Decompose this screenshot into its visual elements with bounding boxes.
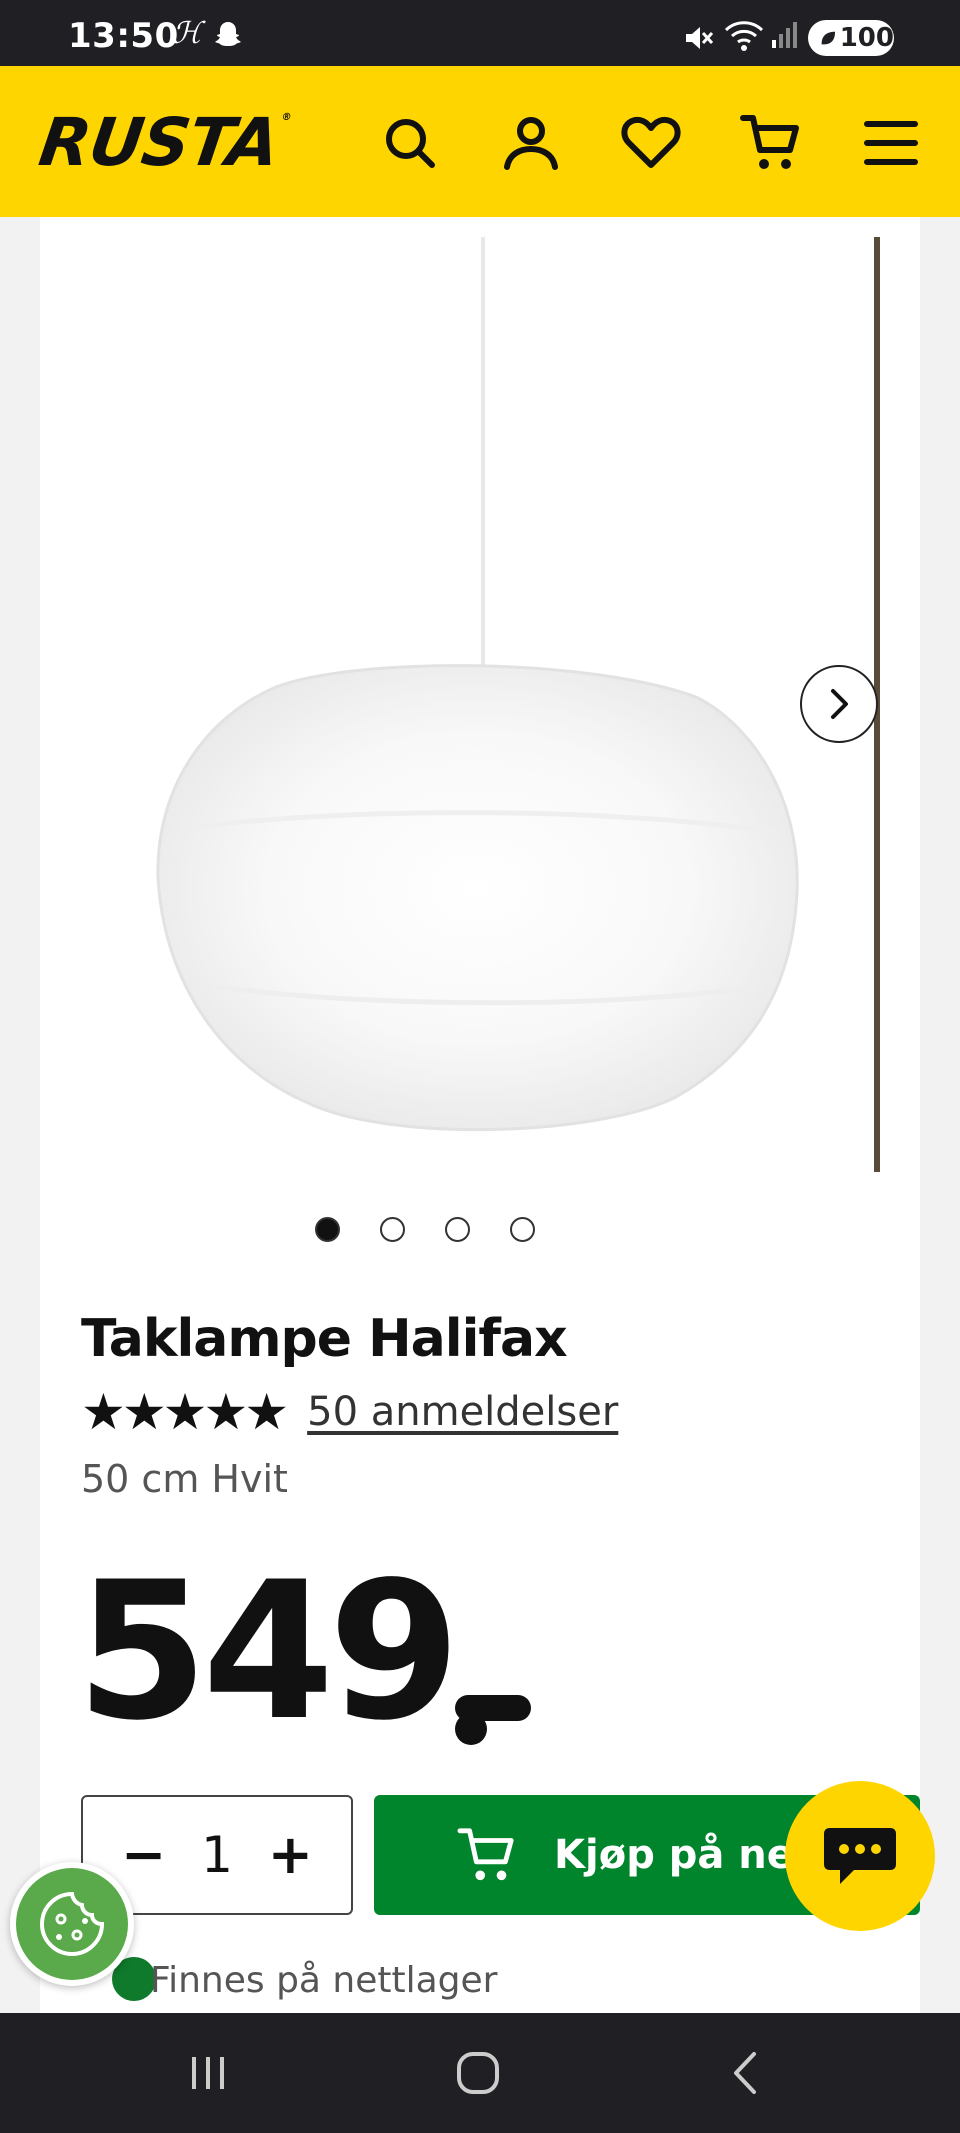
price-dash-mark <box>454 1617 535 1747</box>
chat-button[interactable] <box>785 1781 935 1931</box>
back-icon[interactable] <box>716 2047 776 2099</box>
stock-status: Finnes på nettlager <box>150 1960 498 2001</box>
lamp-cord <box>481 237 485 677</box>
product-gallery[interactable] <box>40 217 920 1177</box>
cookie-icon <box>16 1868 128 1980</box>
logo-text: RUSTA <box>34 104 284 181</box>
product-variant: 50 cm Hvit <box>81 1457 288 1501</box>
battery-leaf-icon <box>821 31 836 45</box>
gallery-dot-4[interactable] <box>510 1217 535 1242</box>
quantity-value[interactable]: 1 <box>201 1826 233 1884</box>
status-bar: 13:50 ℋ 100 <box>0 0 960 66</box>
gallery-pagination <box>40 1217 920 1242</box>
gallery-next-button[interactable] <box>800 665 878 743</box>
gallery-dot-3[interactable] <box>445 1217 470 1242</box>
quantity-increase-button[interactable]: + <box>268 1828 313 1882</box>
price-value: 549 <box>76 1541 461 1762</box>
chat-bubble-icon <box>824 1828 896 1884</box>
quantity-decrease-button[interactable]: − <box>121 1828 166 1882</box>
reviews-link[interactable]: 50 anmeldelser <box>307 1389 618 1435</box>
search-icon[interactable] <box>375 108 445 178</box>
gallery-dot-2[interactable] <box>380 1217 405 1242</box>
chevron-right-icon <box>831 689 848 719</box>
home-icon[interactable] <box>448 2047 508 2099</box>
product-rating: ★★★★★ 50 anmeldelser <box>81 1387 618 1437</box>
price-dash-dot <box>454 1713 487 1745</box>
battery-icon: 100 <box>808 20 894 56</box>
product-card: Taklampe Halifax ★★★★★ 50 anmeldelser 50… <box>40 217 920 2013</box>
recent-apps-icon[interactable] <box>178 2047 238 2099</box>
product-price: 549 <box>76 1557 535 1747</box>
gallery-dot-1[interactable] <box>315 1217 340 1242</box>
heart-icon[interactable] <box>616 108 686 178</box>
rating-stars: ★★★★★ <box>81 1383 289 1441</box>
mute-icon <box>682 22 714 58</box>
site-header: RUSTA® <box>0 66 960 217</box>
product-image <box>156 664 799 1132</box>
rusta-logo[interactable]: RUSTA® <box>35 104 293 181</box>
product-title: Taklampe Halifax <box>81 1309 568 1369</box>
cart-icon[interactable] <box>736 108 806 178</box>
account-icon[interactable] <box>496 108 566 178</box>
cart-icon <box>457 1828 514 1881</box>
logo-registered-mark: ® <box>280 112 292 123</box>
signal-icon <box>770 20 800 54</box>
snapchat-ghost-icon <box>214 20 242 52</box>
wifi-icon <box>724 18 764 56</box>
system-nav-bar <box>0 2013 960 2133</box>
notification-h-icon: ℋ <box>172 16 202 51</box>
status-time: 13:50 <box>68 16 179 56</box>
menu-icon[interactable] <box>856 108 926 178</box>
cookie-settings-button[interactable] <box>10 1862 134 1986</box>
battery-level: 100 <box>839 23 894 53</box>
